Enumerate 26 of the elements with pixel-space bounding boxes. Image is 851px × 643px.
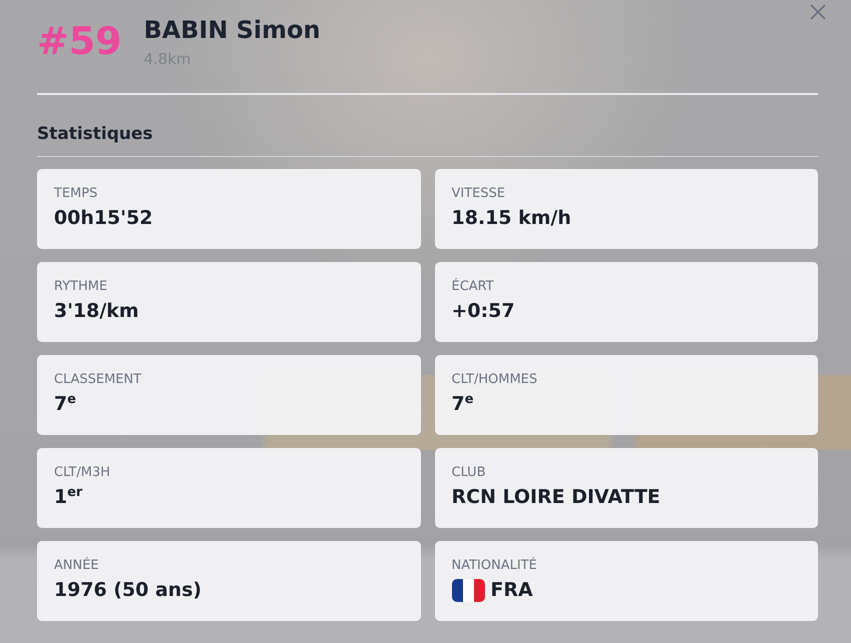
stat-label: VITESSE — [452, 185, 506, 203]
stat-value: 1976 (50 ans) — [54, 578, 203, 603]
stat-value: 1$^{er}$ — [54, 484, 84, 510]
bib-number: #59 — [37, 18, 122, 65]
stat-label: RYTHME — [54, 278, 108, 296]
flag-icon — [452, 579, 484, 602]
stat-label: CLT/M3H — [54, 464, 112, 482]
stat-label: ANNÉE — [54, 556, 100, 575]
close-button[interactable] — [809, 3, 827, 21]
stat-value: 00h15'52 — [54, 206, 154, 231]
stat-value: FRA — [490, 578, 533, 603]
section-heading: Statistiques — [37, 122, 818, 157]
close-icon — [810, 4, 826, 20]
stat-label: CLT/HOMMES — [452, 371, 538, 389]
stat-label: TEMPS — [54, 185, 98, 203]
stat-label: CLUB — [452, 464, 487, 482]
stat-value: 7$^{e}$ — [54, 391, 78, 417]
runner-name: BABIN Simon — [144, 16, 320, 44]
stat-label: CLASSEMENT — [54, 371, 142, 389]
stat-value: +0:57 — [452, 299, 516, 324]
stat-value: RCN LOIRE DIVATTE — [452, 485, 662, 510]
stat-label: ÉCART — [452, 277, 495, 296]
stat-value: 3'18/km — [54, 299, 140, 324]
stat-value: 18.15 km/h — [452, 206, 572, 231]
stat-value: 7$^{e}$ — [452, 391, 475, 417]
stat-label: NATIONALITÉ — [452, 556, 538, 575]
